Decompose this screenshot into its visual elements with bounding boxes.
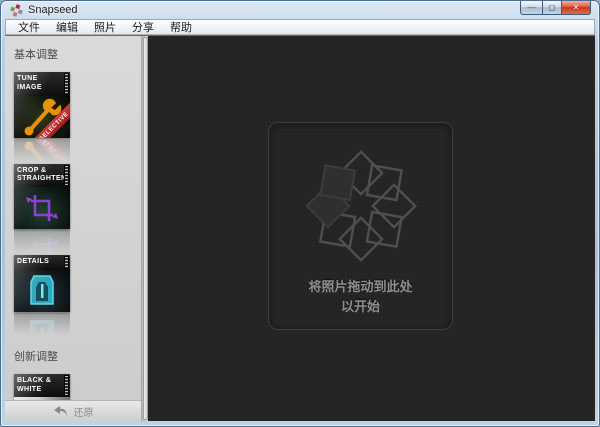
sharpener-icon bbox=[14, 270, 70, 312]
app-window: Snapseed — ▢ ✕ 文件 编辑 照片 分享 帮助 基本调整 TUNE … bbox=[0, 0, 600, 427]
filter-tile-details[interactable]: DETAILS bbox=[14, 255, 70, 312]
window-title: Snapseed bbox=[28, 4, 78, 16]
window-controls: — ▢ ✕ bbox=[520, 1, 591, 15]
menu-photo[interactable]: 照片 bbox=[86, 18, 124, 36]
section-title-basic: 基本调整 bbox=[14, 46, 141, 62]
tile-grid-basic: TUNE IMAGE SELECTIVE bbox=[5, 72, 141, 338]
crop-icon bbox=[14, 187, 70, 229]
tile-reflection-wrap: CROP & STRAIGHTEN bbox=[14, 164, 70, 230]
minimize-button[interactable]: — bbox=[520, 1, 542, 15]
binding-icon bbox=[64, 256, 69, 269]
minimize-icon: — bbox=[528, 4, 536, 12]
maximize-icon: ▢ bbox=[548, 4, 556, 12]
tile-label: BLACK & WHITE bbox=[17, 377, 62, 395]
sidebar-scrollbar[interactable] bbox=[141, 36, 148, 421]
revert-label: 还原 bbox=[74, 404, 94, 419]
photo-dropzone[interactable]: 将照片拖动到此处 以开始 bbox=[268, 122, 453, 330]
dropzone-hint-line1: 将照片拖动到此处 bbox=[308, 277, 412, 297]
tile-reflection-wrap: TUNE IMAGE SELECTIVE bbox=[14, 72, 70, 138]
snapseed-logo-icon bbox=[10, 4, 23, 17]
tile-artwork bbox=[14, 270, 70, 312]
menu-share[interactable]: 分享 bbox=[124, 18, 162, 36]
tile-band: DETAILS bbox=[14, 255, 70, 270]
menu-edit[interactable]: 编辑 bbox=[48, 18, 86, 36]
tile-band: CROP & STRAIGHTEN bbox=[14, 164, 70, 188]
tile-label: DETAILS bbox=[17, 258, 62, 267]
close-icon: ✕ bbox=[573, 4, 580, 12]
maximize-button[interactable]: ▢ bbox=[542, 1, 561, 15]
binding-icon bbox=[64, 165, 69, 187]
dropzone-hint: 将照片拖动到此处 以开始 bbox=[308, 277, 412, 317]
tile-artwork bbox=[14, 187, 70, 229]
back-arrow-icon bbox=[53, 405, 69, 417]
filter-sidebar: 基本调整 TUNE IMAGE bbox=[5, 36, 141, 421]
binding-icon bbox=[64, 73, 69, 95]
tile-label: TUNE IMAGE bbox=[17, 75, 62, 93]
tile-artwork: SELECTIVE bbox=[14, 96, 70, 138]
main-canvas: 将照片拖动到此处 以开始 bbox=[148, 36, 595, 421]
content-area: 基本调整 TUNE IMAGE bbox=[5, 35, 595, 421]
tile-band: BLACK & WHITE bbox=[14, 374, 70, 398]
close-button[interactable]: ✕ bbox=[561, 1, 591, 15]
revert-button[interactable]: 还原 bbox=[5, 400, 141, 421]
tile-label: CROP & STRAIGHTEN bbox=[17, 167, 62, 185]
binding-icon bbox=[64, 375, 69, 397]
tile-band: TUNE IMAGE bbox=[14, 72, 70, 96]
menu-help[interactable]: 帮助 bbox=[162, 18, 200, 36]
dropzone-hint-line2: 以开始 bbox=[308, 297, 412, 317]
snapseed-pinwheel-icon bbox=[286, 137, 436, 275]
menu-bar: 文件 编辑 照片 分享 帮助 bbox=[5, 19, 595, 35]
menu-file[interactable]: 文件 bbox=[10, 18, 48, 36]
section-title-creative: 创新调整 bbox=[14, 348, 141, 364]
filter-tile-crop-straighten[interactable]: CROP & STRAIGHTEN bbox=[14, 164, 70, 230]
filter-tile-tune-image[interactable]: TUNE IMAGE SELECTIVE bbox=[14, 72, 70, 138]
tile-reflection-wrap: DETAILS bbox=[14, 255, 70, 312]
title-bar[interactable]: Snapseed — ▢ ✕ bbox=[1, 1, 599, 19]
